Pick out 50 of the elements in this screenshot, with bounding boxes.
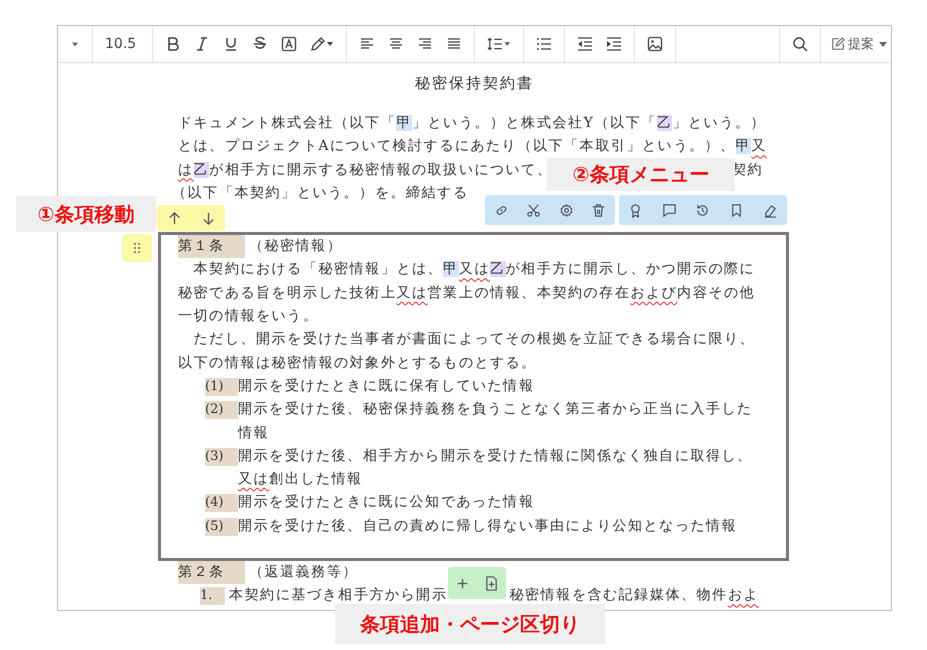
clause-paragraph: 本契約における「秘密情報」とは、甲 又は 乙 が相手方に開示し、かつ開示の際に 秘密である旨を明示した技術上又は 営業上の情報、本契約の存在 および内容その他 一切の情報をいう。 bbox=[178, 260, 756, 326]
indent-icon[interactable] bbox=[606, 36, 622, 52]
bold-icon[interactable] bbox=[165, 36, 181, 52]
line-spacing-icon[interactable] bbox=[487, 36, 511, 52]
callout-label: ②条項メニュー bbox=[547, 158, 735, 191]
image-icon[interactable] bbox=[647, 36, 663, 52]
settings-icon[interactable] bbox=[558, 202, 574, 218]
callout-label: 条項追加・ページ区切り bbox=[335, 604, 605, 644]
item-number: (5) bbox=[205, 518, 238, 536]
item-text: 開示を受けたときに既に保有していた情報 bbox=[238, 376, 534, 396]
grip-icon[interactable] bbox=[134, 243, 140, 253]
history-icon[interactable] bbox=[695, 202, 710, 218]
item-number: 1. bbox=[200, 587, 225, 606]
highlighter-icon[interactable] bbox=[762, 202, 778, 218]
comment-icon[interactable] bbox=[662, 202, 677, 218]
pen-dropdown-icon[interactable] bbox=[310, 36, 334, 52]
italic-icon[interactable] bbox=[194, 36, 210, 52]
item-number: (3) bbox=[205, 448, 238, 466]
item-text: 開示を受けた後、自己の責めに帰し得ない事由により公知となった情報 bbox=[238, 516, 738, 536]
scissors-icon[interactable] bbox=[526, 202, 542, 218]
clause-paragraph: ただし、開示を受けた当事者が書面によってその根拠を立証できる場合に限り、 以下の情報は秘密情報の対象外とするものとする。 bbox=[178, 330, 756, 373]
caret-icon bbox=[879, 42, 887, 46]
clause-heading: （秘密情報） bbox=[248, 237, 342, 256]
item-text: 開示を受けた後、相手方から開示を受けた情報に関係なく独自に取得し、 又は創出した情報 bbox=[238, 446, 753, 490]
suggest-dropdown[interactable]: 提案 bbox=[821, 26, 891, 62]
arrow-up-icon[interactable] bbox=[166, 210, 182, 226]
bullet-list-icon[interactable] bbox=[536, 36, 552, 52]
underline-icon[interactable] bbox=[223, 36, 239, 52]
item-text: 開示を受けたときに既に公知であった情報 bbox=[238, 493, 534, 512]
item-number: (2) bbox=[205, 401, 238, 420]
search-icon[interactable] bbox=[792, 36, 808, 52]
item-text: 開示を受けた後、秘密保持義務を負うことなく第三者から正当に入手した 情報 bbox=[238, 400, 753, 443]
strikethrough-icon[interactable] bbox=[252, 36, 268, 52]
callout-label: ①条項移動 bbox=[16, 196, 156, 232]
item-number: (4) bbox=[205, 494, 238, 512]
clause-number: 第２条 bbox=[178, 561, 245, 584]
drag-handle[interactable] bbox=[122, 234, 152, 262]
clause-number: 第１条 bbox=[178, 235, 245, 258]
file-plus-icon[interactable] bbox=[484, 576, 499, 590]
edit-icon bbox=[831, 37, 845, 51]
arrow-down-icon[interactable] bbox=[200, 210, 216, 226]
caret-icon[interactable] bbox=[72, 42, 78, 46]
document-title: 秘密保持契約書 bbox=[414, 73, 535, 94]
clause-heading: （返還義務等） bbox=[248, 563, 358, 582]
item-number: (1) bbox=[205, 378, 238, 396]
outdent-icon[interactable] bbox=[577, 36, 593, 52]
item-text: 本契約に基づき相手方から開示 秘密情報を含む記録媒体、物件 およ bbox=[229, 586, 759, 606]
text-box-icon[interactable] bbox=[281, 36, 297, 52]
trash-icon[interactable] bbox=[591, 202, 606, 218]
font-size-dropdown[interactable]: 10.5 bbox=[93, 26, 153, 62]
